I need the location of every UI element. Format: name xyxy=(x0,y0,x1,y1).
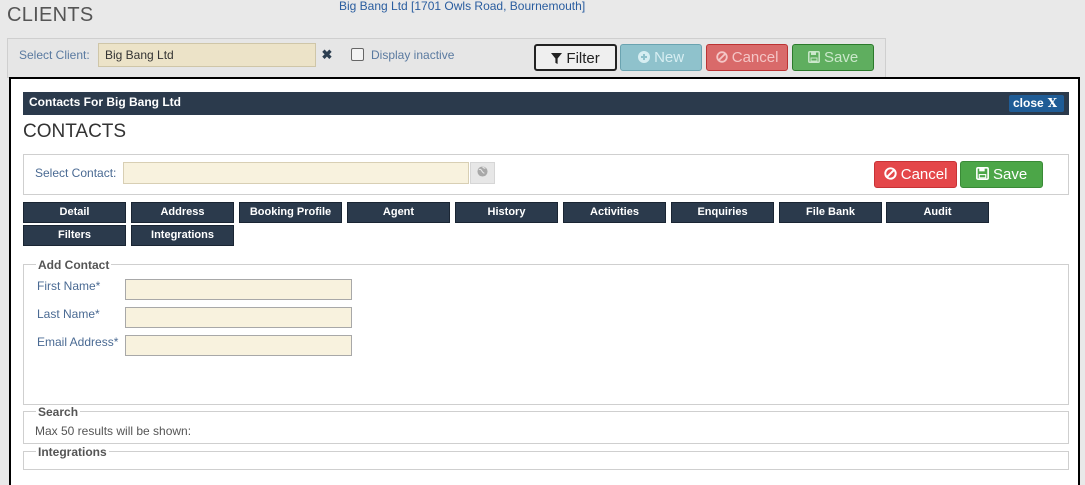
last-name-input[interactable] xyxy=(125,307,352,328)
client-cancel-label: Cancel xyxy=(731,49,779,66)
add-contact-section: Add Contact First Name* Last Name* Email… xyxy=(23,258,1069,405)
ban-icon xyxy=(883,167,897,180)
close-button[interactable]: close X xyxy=(1009,95,1064,112)
display-inactive-label: Display inactive xyxy=(371,48,455,62)
select-client-label: Select Client: xyxy=(19,48,90,62)
client-save-label: Save xyxy=(823,49,859,66)
email-label: Email Address* xyxy=(37,335,119,349)
display-inactive-checkbox[interactable] xyxy=(351,48,364,61)
cancel-button[interactable]: Cancel xyxy=(874,161,957,188)
tab-history[interactable]: History xyxy=(455,202,558,223)
new-button-label: New xyxy=(654,49,685,66)
modal-title: Contacts For Big Bang Ltd xyxy=(29,95,181,109)
save-button-label: Save xyxy=(992,166,1028,183)
floppy-disk-icon xyxy=(975,167,989,180)
first-name-label: First Name* xyxy=(37,279,101,293)
tab-agent[interactable]: Agent xyxy=(347,202,450,223)
globe-icon[interactable] xyxy=(470,162,495,184)
tab-activities[interactable]: Activities xyxy=(563,202,666,223)
filter-icon xyxy=(551,53,563,64)
tab-address[interactable]: Address xyxy=(131,202,234,223)
client-save-button[interactable]: Save xyxy=(792,44,874,71)
floppy-disk-icon xyxy=(807,51,820,63)
integrations-section: Integrations xyxy=(23,445,1069,470)
close-icon: X xyxy=(1047,96,1057,110)
tab-enquiries[interactable]: Enquiries xyxy=(671,202,774,223)
ban-icon xyxy=(715,51,728,63)
select-contact-label: Select Contact: xyxy=(35,166,117,180)
tab-filters[interactable]: Filters xyxy=(23,225,126,246)
tab-booking-profile[interactable]: Booking Profile xyxy=(239,202,342,223)
select-contact-input[interactable] xyxy=(123,162,469,184)
client-cancel-button[interactable]: Cancel xyxy=(706,44,788,71)
plus-circle-icon xyxy=(637,51,650,63)
select-client-input[interactable]: Big Bang Ltd xyxy=(98,43,316,67)
add-contact-legend: Add Contact xyxy=(36,258,112,272)
modal-header: Contacts For Big Bang Ltd close X xyxy=(23,92,1069,115)
last-name-label: Last Name* xyxy=(37,307,100,321)
integrations-legend: Integrations xyxy=(36,445,109,459)
page-title: CLIENTS xyxy=(7,4,94,26)
tab-integrations[interactable]: Integrations xyxy=(131,225,234,246)
contacts-heading: CONTACTS xyxy=(23,121,127,142)
clear-icon[interactable]: ✖ xyxy=(316,43,338,67)
email-input[interactable] xyxy=(125,335,352,356)
contacts-modal: Contacts For Big Bang Ltd close X CONTACT… xyxy=(9,77,1080,485)
first-name-input[interactable] xyxy=(125,279,352,300)
tab-audit[interactable]: Audit xyxy=(886,202,989,223)
search-results-note: Max 50 results will be shown: xyxy=(35,424,192,438)
new-button[interactable]: New xyxy=(620,44,702,71)
tab-file-bank[interactable]: File Bank xyxy=(779,202,882,223)
search-section: Search Max 50 results will be shown: xyxy=(23,405,1069,444)
filter-button[interactable]: Filter xyxy=(534,44,617,71)
save-button[interactable]: Save xyxy=(960,161,1043,188)
cancel-button-label: Cancel xyxy=(900,166,948,183)
tab-detail[interactable]: Detail xyxy=(23,202,126,223)
search-legend: Search xyxy=(36,405,81,419)
filter-button-label: Filter xyxy=(566,50,600,67)
close-label: close xyxy=(1013,96,1044,110)
client-address-link[interactable]: Big Bang Ltd [1701 Owls Road, Bournemout… xyxy=(339,0,585,13)
